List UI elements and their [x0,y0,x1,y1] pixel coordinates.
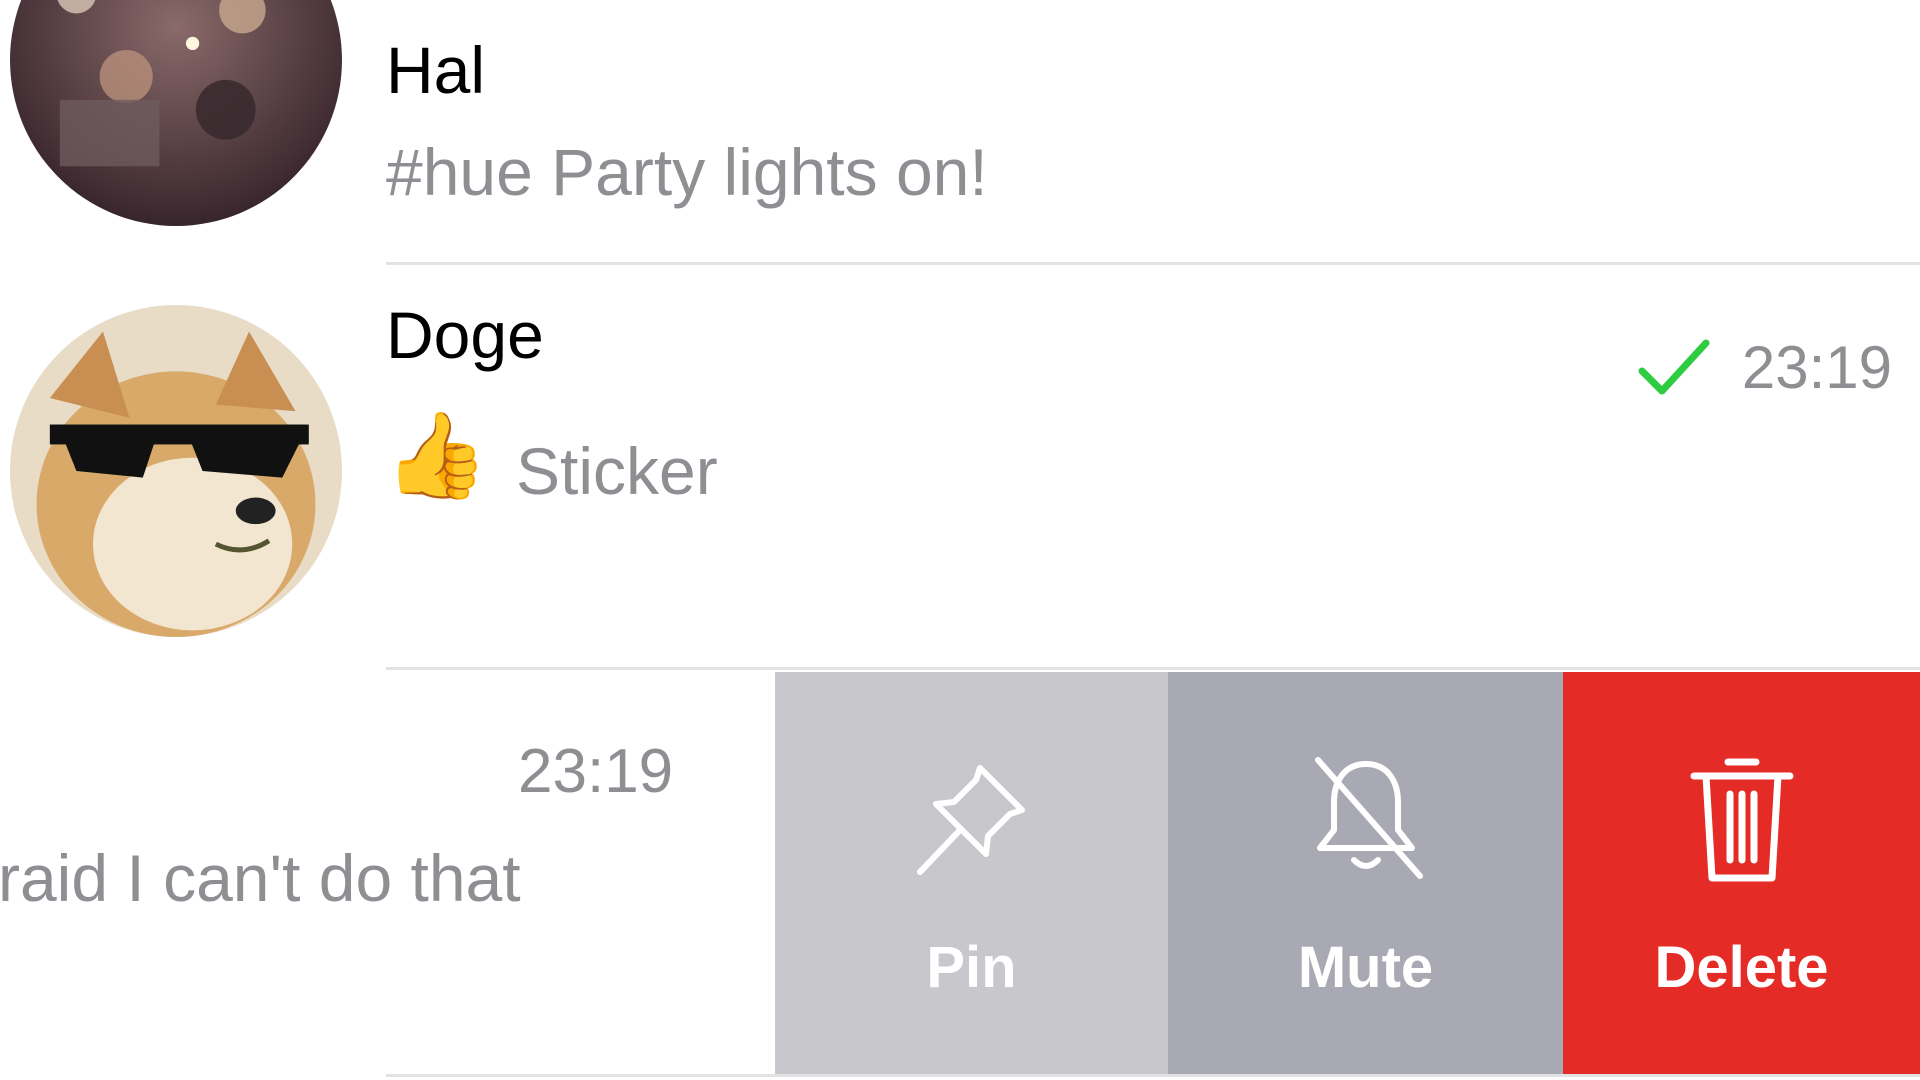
bell-slash-icon [1296,748,1436,888]
doge-sunglasses-avatar [10,305,342,637]
chat-preview: raid I can't do that [0,841,521,915]
delete-button[interactable]: Delete [1563,672,1920,1076]
chat-list: Hal #hue Party lights on! Doge 23:19 👍 S… [0,0,1920,1080]
mute-button[interactable]: Mute [1168,672,1563,1076]
crowd-photo-avatar [10,0,342,226]
delete-label: Delete [1654,934,1829,1000]
chat-preview: #hue Party lights on! [386,135,988,209]
chat-preview: Sticker [516,434,718,508]
mute-label: Mute [1297,934,1434,1000]
chat-name: Doge [386,298,544,372]
pin-label: Pin [926,934,1017,1000]
row-separator [386,1074,1920,1077]
chat-time: 23:19 [518,737,674,806]
pin-icon [902,748,1042,888]
pin-button[interactable]: Pin [775,672,1168,1076]
checkmark-icon [1638,337,1710,397]
trash-icon [1672,748,1812,888]
row-separator [386,667,1920,670]
chat-name: Hal [386,33,486,107]
chat-row-swiped[interactable]: 23:19 raid I can't do that Pin Mute Dele… [0,672,1920,1077]
chat-row-hal[interactable]: Hal #hue Party lights on! [0,0,1920,265]
chat-row-doge[interactable]: Doge 23:19 👍 Sticker [0,265,1920,670]
chat-time: 23:19 [1741,334,1892,401]
thumbs-up-emoji: 👍 [384,408,489,502]
